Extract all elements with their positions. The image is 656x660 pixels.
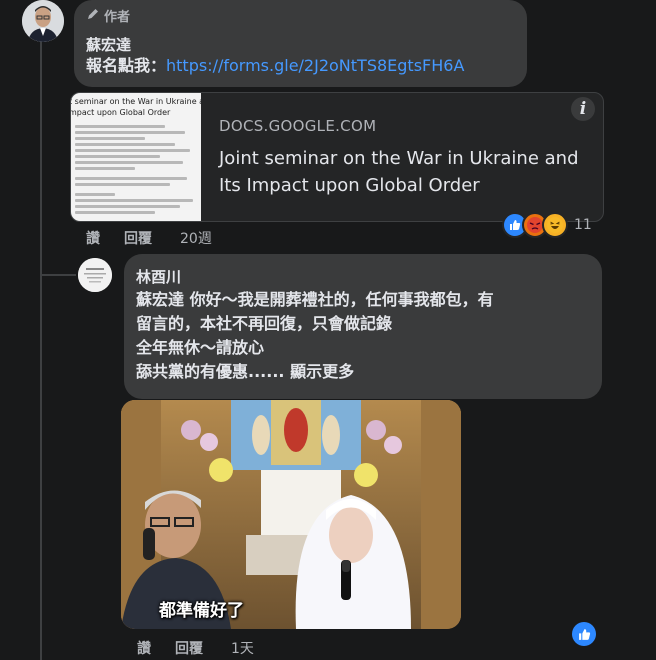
reply-photo[interactable]: 都準備好了 — [121, 400, 461, 629]
link-preview-title: Joint seminar on the War in Ukraine and … — [219, 148, 579, 196]
author-badge: 作者 — [86, 6, 130, 25]
haha-icon — [542, 212, 568, 238]
thread-connector — [40, 274, 76, 276]
link-preview-card[interactable]: t seminar on the War in Ukraine and mpac… — [70, 92, 604, 222]
comment-text: 報名點我：https://forms.gle/2J2oNtTS8EgtsFH6A — [86, 54, 464, 78]
comment-timestamp[interactable]: 20週 — [180, 228, 212, 248]
reaction-count: 11 — [574, 217, 592, 233]
comment-author-name[interactable]: 蘇宏達 — [86, 34, 131, 55]
reply-author-avatar[interactable] — [78, 258, 112, 292]
reply-line-3: 全年無休～請放心 — [136, 338, 265, 357]
comment-bubble: 作者 蘇宏達 報名點我：https://forms.gle/2J2oNtTS8E… — [74, 0, 527, 87]
reply-text: 蘇宏達 你好～我是開葬禮社的，任何事我都包，有 留言的，本社不再回復，只會做記錄… — [136, 288, 494, 384]
link-preview-domain: DOCS.GOOGLE.COM — [219, 117, 377, 135]
reply-like-reaction-icon[interactable] — [572, 622, 596, 646]
info-icon[interactable]: i — [571, 97, 595, 121]
reply-like-action[interactable]: 讚 — [137, 638, 151, 658]
thumbnail-heading-2: mpact upon Global Order — [71, 108, 171, 117]
link-preview-thumbnail: t seminar on the War in Ukraine and mpac… — [71, 93, 201, 221]
reply-line-4-text: 舔共黨的有優惠...... — [136, 362, 285, 381]
form-link[interactable]: https://forms.gle/2J2oNtTS8EgtsFH6A — [166, 56, 464, 75]
photo-caption: 都準備好了 — [159, 601, 244, 621]
reply-reply-action[interactable]: 回覆 — [175, 638, 203, 658]
see-more-link[interactable]: 顯示更多 — [290, 362, 354, 381]
reply-timestamp[interactable]: 1天 — [231, 638, 254, 658]
thumbnail-heading-1: t seminar on the War in Ukraine and — [71, 97, 201, 106]
pencil-icon — [86, 7, 100, 25]
reply-bubble: 林酉川 蘇宏達 你好～我是開葬禮社的，任何事我都包，有 留言的，本社不再回復，只… — [124, 254, 602, 399]
reply-author-name[interactable]: 林酉川 — [136, 266, 181, 287]
author-badge-label: 作者 — [104, 10, 131, 25]
like-action[interactable]: 讚 — [86, 228, 100, 248]
reply-line-1: 蘇宏達 你好～我是開葬禮社的，任何事我都包，有 — [136, 290, 494, 309]
comment-text-prefix: 報名點我： — [86, 56, 167, 75]
author-avatar[interactable] — [22, 0, 64, 42]
thread-line — [40, 42, 42, 660]
reply-action[interactable]: 回覆 — [124, 228, 152, 248]
reaction-summary[interactable]: 11 — [502, 212, 592, 238]
reply-line-2: 留言的，本社不再回復，只會做記錄 — [136, 314, 393, 333]
reply-line-4: 舔共黨的有優惠...... 顯示更多 — [136, 360, 494, 384]
